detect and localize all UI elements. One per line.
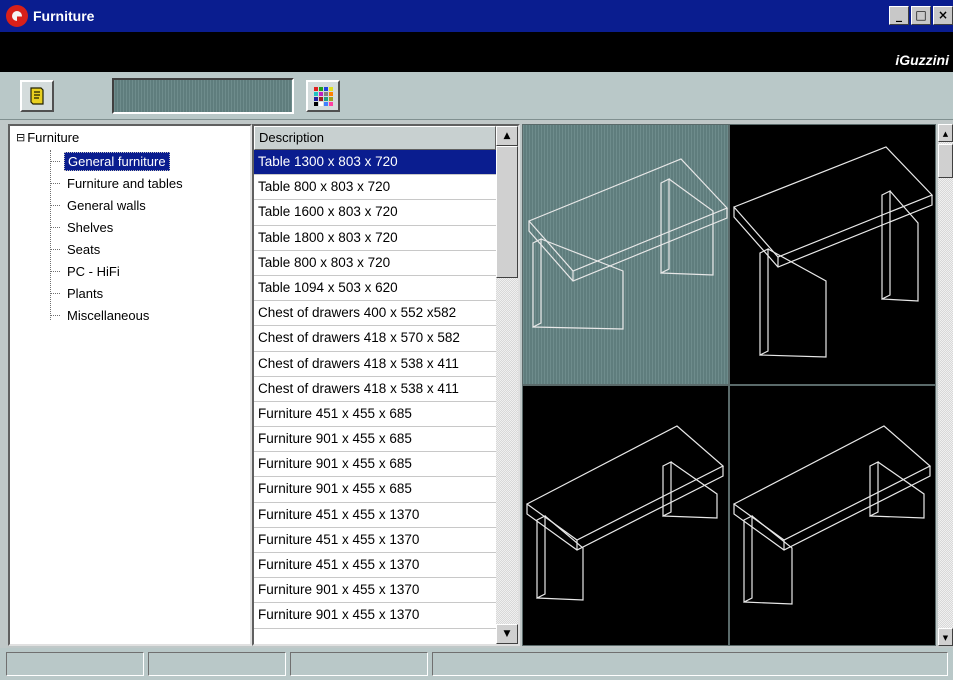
tree-connector bbox=[50, 248, 60, 250]
category-tree[interactable]: ⊟ Furniture General furniture Furniture a… bbox=[8, 124, 252, 646]
document-icon bbox=[30, 87, 44, 105]
status-pane-1 bbox=[6, 652, 144, 676]
list-item[interactable]: Furniture 451 x 455 x 1370 bbox=[254, 503, 496, 528]
list-item[interactable]: Furniture 901 x 455 x 685 bbox=[254, 477, 496, 503]
list-item[interactable]: Table 1600 x 803 x 720 bbox=[254, 200, 496, 226]
tree-item-label: General walls bbox=[67, 197, 146, 213]
toolbar bbox=[0, 72, 953, 120]
tree-connector bbox=[50, 204, 60, 206]
list-item[interactable]: Furniture 901 x 455 x 685 bbox=[254, 427, 496, 453]
tree-item[interactable]: Seats bbox=[50, 238, 103, 260]
table-wireframe-icon bbox=[732, 146, 934, 358]
status-pane-3 bbox=[290, 652, 428, 676]
scroll-down-icon[interactable]: ▼ bbox=[496, 624, 518, 644]
list-item[interactable]: Furniture 451 x 455 x 1370 bbox=[254, 553, 496, 579]
table-wireframe-icon bbox=[525, 425, 725, 601]
collapse-icon[interactable]: ⊟ bbox=[16, 131, 25, 144]
list-item[interactable]: Table 1300 x 803 x 720 bbox=[254, 150, 496, 176]
list-item[interactable]: Table 800 x 803 x 720 bbox=[254, 175, 496, 201]
table-wireframe-icon bbox=[527, 158, 729, 330]
preview-scroll-down-icon[interactable]: ▼ bbox=[938, 628, 953, 646]
list-item[interactable]: Furniture 901 x 455 x 1370 bbox=[254, 603, 496, 629]
tree-item-label: General furniture bbox=[64, 151, 170, 171]
tree-item[interactable]: Furniture and tables bbox=[50, 172, 186, 194]
tree-connector bbox=[50, 160, 60, 162]
list-item[interactable]: Furniture 451 x 455 x 1370 bbox=[254, 528, 496, 553]
tree-item[interactable]: General furniture bbox=[50, 150, 170, 172]
column-header-description[interactable]: Description bbox=[254, 126, 496, 150]
list-item[interactable]: Furniture 901 x 455 x 1370 bbox=[254, 578, 496, 604]
preview-thumbnail[interactable] bbox=[729, 385, 936, 646]
brand-name: iGuzzini bbox=[895, 52, 949, 68]
list-item[interactable]: Table 1094 x 503 x 620 bbox=[254, 276, 496, 302]
tree-connector bbox=[50, 226, 60, 228]
preview-scroll-up-icon[interactable]: ▲ bbox=[938, 124, 953, 142]
tree-item-label: Seats bbox=[67, 241, 101, 257]
preview-scroll-thumb[interactable] bbox=[938, 144, 953, 178]
tree-item[interactable]: Plants bbox=[50, 282, 106, 304]
tree-root-label: Furniture bbox=[27, 130, 80, 145]
maximize-button[interactable]: □ bbox=[911, 6, 931, 25]
tree-item-label: Furniture and tables bbox=[67, 175, 183, 191]
tree-item[interactable]: Miscellaneous bbox=[50, 304, 152, 326]
brand-bar: iGuzzini bbox=[0, 32, 953, 72]
list-rows: Table 1300 x 803 x 720 Table 800 x 803 x … bbox=[254, 150, 496, 629]
table-wireframe-icon bbox=[732, 425, 932, 605]
status-bar bbox=[0, 648, 953, 680]
tree-item-label: Miscellaneous bbox=[67, 307, 150, 323]
description-list[interactable]: Description Table 1300 x 803 x 720 Table … bbox=[252, 124, 520, 646]
preview-thumbnail[interactable] bbox=[729, 124, 936, 385]
tree-item[interactable]: General walls bbox=[50, 194, 149, 216]
list-item[interactable]: Furniture 901 x 455 x 685 bbox=[254, 452, 496, 478]
preview-scrollbar[interactable]: ▲ ▼ bbox=[938, 124, 953, 646]
window-controls: _ □ × bbox=[889, 6, 953, 25]
app-logo-icon bbox=[6, 5, 28, 27]
scroll-thumb[interactable] bbox=[496, 146, 518, 278]
status-pane-4 bbox=[432, 652, 948, 676]
preview-thumbnail[interactable] bbox=[522, 124, 729, 385]
list-item[interactable]: Table 1800 x 803 x 720 bbox=[254, 226, 496, 251]
color-palette-icon bbox=[313, 86, 333, 106]
close-button[interactable]: × bbox=[933, 6, 953, 25]
list-item[interactable]: Chest of drawers 418 x 538 x 411 bbox=[254, 352, 496, 377]
list-item[interactable]: Chest of drawers 418 x 570 x 582 bbox=[254, 326, 496, 352]
list-item[interactable]: Table 800 x 803 x 720 bbox=[254, 251, 496, 276]
preview-grid bbox=[522, 124, 936, 646]
tree-item[interactable]: Shelves bbox=[50, 216, 116, 238]
minimize-button[interactable]: _ bbox=[889, 6, 909, 25]
tree-connector bbox=[50, 270, 60, 272]
status-pane-2 bbox=[148, 652, 286, 676]
scroll-up-icon[interactable]: ▲ bbox=[496, 126, 518, 146]
color-palette-button[interactable] bbox=[306, 80, 340, 112]
tree-item-label: PC - HiFi bbox=[67, 263, 120, 279]
window-title: Furniture bbox=[33, 8, 95, 24]
list-scrollbar[interactable]: ▲ ▼ bbox=[496, 126, 518, 644]
tree-connector bbox=[50, 292, 60, 294]
object-name-field[interactable] bbox=[112, 78, 294, 114]
tree-connector bbox=[50, 182, 60, 184]
title-bar: Furniture _ □ × bbox=[0, 0, 953, 32]
list-item[interactable]: Chest of drawers 400 x 552 x582 bbox=[254, 301, 496, 327]
tree-root[interactable]: ⊟ Furniture bbox=[16, 130, 79, 145]
document-button[interactable] bbox=[20, 80, 54, 112]
preview-thumbnail[interactable] bbox=[522, 385, 729, 646]
tree-item-label: Plants bbox=[67, 285, 104, 301]
list-item[interactable]: Chest of drawers 418 x 538 x 411 bbox=[254, 377, 496, 402]
tree-connector bbox=[50, 314, 60, 316]
tree-item[interactable]: PC - HiFi bbox=[50, 260, 123, 282]
tree-item-label: Shelves bbox=[67, 219, 114, 235]
list-item[interactable]: Furniture 451 x 455 x 685 bbox=[254, 402, 496, 428]
